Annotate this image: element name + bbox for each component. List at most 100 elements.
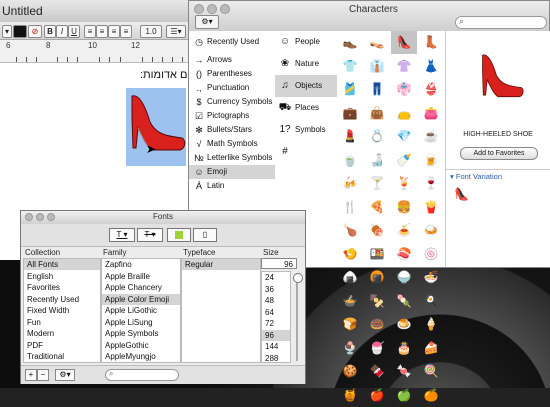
character-cell[interactable]: 🍣 [391,243,417,266]
character-cell[interactable]: 👡 [364,31,390,54]
selected-shoe-image[interactable]: ➤ [126,88,186,166]
fonts-action-button[interactable]: ⚙▾ [55,369,75,381]
italic-button[interactable]: I [56,25,68,38]
character-cell[interactable]: 🍯 [337,384,363,407]
zoom-button[interactable] [220,4,230,14]
character-cell[interactable]: 👢 [418,31,444,54]
col-row[interactable]: Traditional [24,351,100,362]
col-row[interactable]: Modern [24,328,100,339]
col-row[interactable]: Fun [24,317,100,328]
character-cell[interactable]: 🍊 [418,384,444,407]
character-cell[interactable]: 🍨 [337,337,363,360]
character-cell[interactable]: 🍷 [418,172,444,195]
character-cell[interactable]: 🍚 [391,266,417,289]
align-center-button[interactable]: ≡ [96,25,108,38]
text-color-button[interactable] [13,25,27,38]
line-spacing-dropdown[interactable]: 1.0 [140,25,162,38]
size-row[interactable]: 36 [262,284,290,295]
category-item[interactable]: ✻ Bullets/Stars [189,123,275,137]
character-cell[interactable]: 🍜 [418,266,444,289]
characters-search-field[interactable]: ⌕ [455,16,547,29]
character-cell[interactable]: 🍬 [391,360,417,383]
font-variation-header[interactable]: ▾ Font Variation [446,169,550,183]
size-row[interactable]: 288 [262,353,290,363]
zoom-button[interactable] [47,213,55,221]
fam-row[interactable]: AppleGothic [102,340,180,351]
category-item[interactable]: ◷ Recently Used [189,35,275,49]
style-dropdown[interactable]: ▾ [2,25,12,38]
character-cell[interactable]: 💎 [391,125,417,148]
subcategory-item[interactable]: 1?# Symbols [275,119,337,157]
justify-button[interactable]: ≡ [120,25,132,38]
align-left-button[interactable]: ≡ [84,25,96,38]
align-right-button[interactable]: ≡ [108,25,120,38]
category-item[interactable]: √ Math Symbols [189,137,275,151]
character-cell[interactable]: 🍛 [418,219,444,242]
character-cell[interactable]: 👞 [337,31,363,54]
subcategory-item[interactable]: ☺ People [275,31,337,53]
character-cell[interactable]: 🍱 [364,243,390,266]
character-cell[interactable]: 👖 [364,78,390,101]
bold-button[interactable]: B [44,25,56,38]
character-cell[interactable]: 🍝 [391,219,417,242]
character-cell[interactable]: 👜 [364,102,390,125]
character-cell[interactable]: 👠 [391,31,417,54]
underline-button[interactable]: U [68,25,80,38]
character-cell[interactable]: 🎽 [337,78,363,101]
category-item[interactable]: () Parentheses [189,67,275,81]
character-cell[interactable]: 🍴 [337,196,363,219]
document-color-effect-button[interactable]: ▯ [193,228,217,242]
size-field[interactable]: 96 [261,258,297,269]
col-row[interactable]: English [24,271,100,282]
character-cell[interactable]: 💍 [364,125,390,148]
close-button[interactable] [194,4,204,14]
list-dropdown[interactable]: ☰▾ [166,25,186,38]
col-row[interactable]: PDF [24,340,100,351]
fam-row[interactable]: Apple Color Emoji [102,293,180,305]
category-item[interactable]: Á Latin [189,179,275,193]
character-cell[interactable]: 🍥 [418,243,444,266]
character-cell[interactable]: 💼 [337,102,363,125]
character-cell[interactable]: 🍸 [364,172,390,195]
character-cell[interactable]: 🍩 [364,313,390,336]
size-slider-knob[interactable] [293,273,303,283]
remove-collection-button[interactable]: − [37,369,49,381]
character-cell[interactable]: 👝 [391,102,417,125]
character-cell[interactable]: 🍗 [337,219,363,242]
character-cell[interactable]: 💄 [337,125,363,148]
character-cell[interactable]: ☕ [418,125,444,148]
add-collection-button[interactable]: + [25,369,37,381]
character-cell[interactable]: 🍵 [337,149,363,172]
fam-row[interactable]: Apple Symbols [102,328,180,339]
close-button[interactable] [25,213,33,221]
character-cell[interactable]: 👛 [418,102,444,125]
size-row[interactable]: 72 [262,318,290,329]
character-cell[interactable]: 🍳 [418,290,444,313]
character-cell[interactable]: 🍧 [364,337,390,360]
strikethrough-effect-button[interactable]: T ▾ [137,228,163,242]
character-cell[interactable]: 🍫 [364,360,390,383]
col-row[interactable]: Recently Used [24,294,100,305]
character-cell[interactable]: 🍤 [337,243,363,266]
subcategory-item[interactable]: ♫ Objects [275,75,337,97]
underline-effect-button[interactable]: T ▾ [109,228,135,242]
category-item[interactable]: ☑ Pictographs [189,109,275,123]
character-cell[interactable]: 🍻 [337,172,363,195]
character-cell[interactable]: 👘 [391,78,417,101]
fam-row[interactable]: Apple LiGothic [102,305,180,316]
size-row[interactable]: 96 [262,329,290,341]
fam-row[interactable]: Zapfino [102,259,180,270]
character-cell[interactable]: 🍙 [337,266,363,289]
category-item[interactable]: ., Punctuation [189,81,275,95]
character-cell[interactable]: 🍼 [391,149,417,172]
character-cell[interactable]: 🍢 [364,290,390,313]
size-slider[interactable] [293,271,303,363]
size-row[interactable]: 48 [262,295,290,306]
character-cell[interactable]: 🍖 [364,219,390,242]
fam-row[interactable]: Apple LiSung [102,317,180,328]
character-cell[interactable]: 👙 [418,78,444,101]
character-cell[interactable]: 🍶 [364,149,390,172]
minimize-button[interactable] [207,4,217,14]
character-cell[interactable]: 🎂 [391,337,417,360]
character-cell[interactable]: 🍔 [391,196,417,219]
